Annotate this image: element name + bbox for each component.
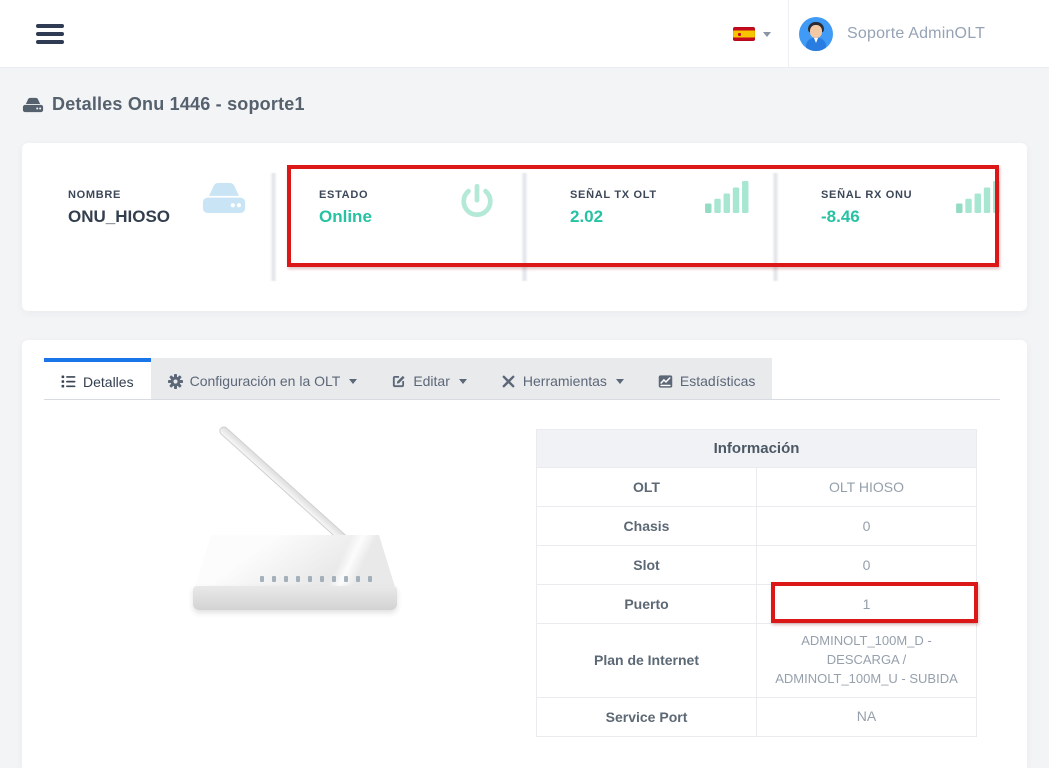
- informacion-table: Información OLT OLT HIOSO Chasis 0 Slot …: [536, 429, 977, 737]
- tab-label: Editar: [413, 373, 450, 389]
- table-title: Información: [537, 430, 977, 468]
- chart-icon: [658, 374, 673, 389]
- stat-value: -8.46: [821, 207, 860, 227]
- stat-label: ESTADO: [319, 189, 368, 201]
- stat-label: SEÑAL RX ONU: [821, 189, 912, 201]
- page-title-text: Detalles Onu 1446 - soporte1: [52, 94, 305, 115]
- router-leds: [260, 576, 372, 582]
- row-value: ADMINOLT_100M_D - DESCARGA / ADMINOLT_10…: [757, 624, 977, 698]
- stat-divider: [521, 173, 528, 281]
- user-menu[interactable]: Soporte AdminOLT: [799, 15, 985, 53]
- table-row-slot: Slot 0: [537, 546, 977, 585]
- stat-nombre: NOMBRE ONU_HIOSO: [22, 143, 273, 311]
- tab-label: Configuración en la OLT: [190, 373, 341, 389]
- chevron-down-icon: [763, 32, 771, 37]
- tab-label: Estadísticas: [680, 373, 755, 389]
- menu-toggle-icon[interactable]: [36, 24, 64, 44]
- table-row-chasis: Chasis 0: [537, 507, 977, 546]
- tabs-underline: [44, 399, 1000, 400]
- tools-icon: [501, 374, 516, 389]
- navbar-divider: [788, 0, 789, 68]
- tab-estadisticas[interactable]: Estadísticas: [641, 358, 772, 400]
- row-value: OLT HIOSO: [757, 468, 977, 507]
- stat-senal-rx-onu: SEÑAL RX ONU -8.46: [775, 143, 1026, 311]
- row-label: Service Port: [537, 697, 757, 736]
- avatar: [799, 17, 833, 51]
- row-label: OLT: [537, 468, 757, 507]
- top-navbar: Soporte AdminOLT: [0, 0, 1049, 68]
- chevron-down-icon: [616, 379, 624, 384]
- page-title: Detalles Onu 1446 - soporte1: [22, 94, 305, 115]
- row-label: Chasis: [537, 507, 757, 546]
- stat-senal-tx-olt: SEÑAL TX OLT 2.02: [524, 143, 775, 311]
- table-header-row: Información: [537, 430, 977, 468]
- stat-value: ONU_HIOSO: [68, 207, 170, 227]
- tab-detalles[interactable]: Detalles: [44, 358, 151, 401]
- chevron-down-icon: [459, 379, 467, 384]
- chevron-down-icon: [349, 379, 357, 384]
- hdd-icon: [22, 97, 44, 113]
- row-value: 0: [757, 546, 977, 585]
- row-label: Puerto: [537, 585, 757, 624]
- row-label: Plan de Internet: [537, 624, 757, 698]
- stat-value: Online: [319, 207, 372, 227]
- tab-configuracion-olt[interactable]: Configuración en la OLT: [151, 358, 375, 400]
- hdd-icon: [201, 181, 247, 215]
- stat-label: NOMBRE: [68, 189, 121, 201]
- tab-label: Detalles: [83, 374, 134, 390]
- row-value: 0: [757, 507, 977, 546]
- gear-icon: [168, 374, 183, 389]
- stat-estado: ESTADO Online: [273, 143, 524, 311]
- tab-strip: Detalles: [44, 358, 772, 400]
- list-icon: [61, 374, 76, 389]
- row-value: NA: [757, 697, 977, 736]
- power-icon: [456, 181, 498, 223]
- stat-value: 2.02: [570, 207, 603, 227]
- table-row-olt: OLT OLT HIOSO: [537, 468, 977, 507]
- stat-label: SEÑAL TX OLT: [570, 189, 657, 201]
- language-dropdown[interactable]: [733, 24, 771, 44]
- signal-bars-icon: [956, 181, 1000, 213]
- table-row-service-port: Service Port NA: [537, 697, 977, 736]
- tab-label: Herramientas: [523, 373, 607, 389]
- signal-bars-icon: [705, 181, 749, 213]
- onu-summary-card: NOMBRE ONU_HIOSO ESTADO Online SEÑAL TX …: [22, 143, 1027, 311]
- tab-herramientas[interactable]: Herramientas: [484, 358, 641, 400]
- tab-editar[interactable]: Editar: [374, 358, 484, 400]
- onu-product-image: [170, 420, 470, 630]
- user-name: Soporte AdminOLT: [847, 25, 985, 43]
- row-label: Slot: [537, 546, 757, 585]
- table-row-plan-internet: Plan de Internet ADMINOLT_100M_D - DESCA…: [537, 624, 977, 698]
- table-row-puerto: Puerto 1: [537, 585, 977, 624]
- stat-divider: [270, 173, 277, 281]
- edit-icon: [391, 374, 406, 389]
- row-value: 1: [757, 585, 977, 624]
- stat-divider: [772, 173, 779, 281]
- app-screen: Soporte AdminOLT Detalles Onu 1446 - sop…: [0, 0, 1049, 768]
- router-base: [193, 586, 397, 610]
- router-antenna: [217, 425, 355, 551]
- spain-flag-icon: [733, 27, 755, 41]
